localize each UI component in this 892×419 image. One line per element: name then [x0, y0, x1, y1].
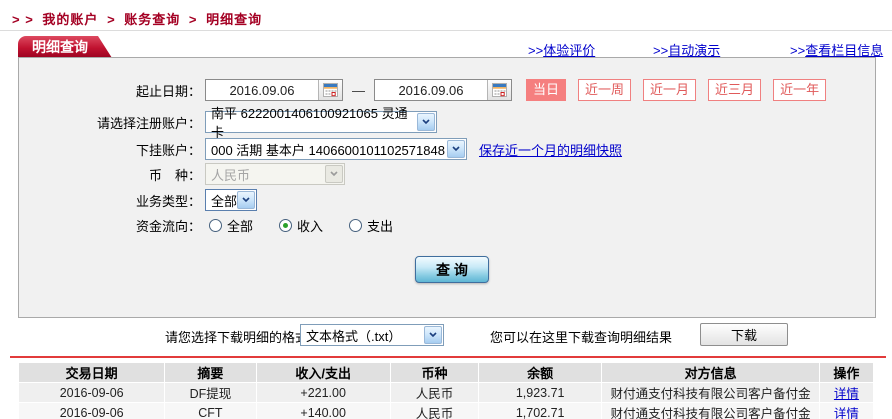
chevron-down-icon [424, 326, 442, 344]
download-hint: 您可以在这里下载查询明细结果 [490, 327, 672, 346]
currency-value: 人民币 [211, 165, 250, 184]
query-form: 起止日期： 2016.09.06 — [18, 57, 876, 318]
register-account-label: 请选择注册账户： [19, 113, 201, 132]
flow-radio-all[interactable]: 全部 [209, 216, 253, 235]
breadcrumb-item-my-account[interactable]: 我的账户 [42, 12, 98, 27]
quick-button-last-month[interactable]: 近一月 [643, 79, 696, 101]
breadcrumb-prefix: > > [12, 12, 34, 27]
chevron-down-icon [237, 191, 255, 209]
date-range-label: 起止日期： [19, 81, 201, 100]
business-type-value: 全部 [211, 191, 237, 210]
fund-flow-row: 资金流向： 全部 收入 支出 [19, 216, 875, 235]
business-type-select[interactable]: 全部 [205, 189, 257, 211]
cell-currency: 人民币 [391, 403, 478, 419]
register-account-row: 请选择注册账户： 南平 6222001406100921065 灵通卡 [19, 111, 875, 133]
chevron-down-icon [447, 140, 465, 158]
date-to-value: 2016.09.06 [375, 83, 487, 98]
download-format-label: 请您选择下载明细的格式 [165, 327, 308, 346]
header-date: 交易日期 [19, 363, 164, 382]
calendar-icon[interactable] [318, 80, 342, 100]
cell-amount: +140.00 [257, 403, 390, 419]
flow-radio-expense[interactable]: 支出 [349, 216, 393, 235]
save-snapshot-link[interactable]: 保存近一个月的明细快照 [479, 140, 622, 159]
date-from-value: 2016.09.06 [206, 83, 318, 98]
header-balance: 余额 [479, 363, 601, 382]
cell-summary: DF提现 [165, 383, 255, 402]
detail-link[interactable]: 详情 [834, 387, 859, 401]
query-button[interactable]: 查 询 [415, 256, 489, 283]
sub-account-value: 000 活期 基本户 1406600101102571848 [211, 140, 445, 159]
currency-label: 币 种： [19, 165, 201, 184]
table-top-divider [10, 356, 886, 358]
cell-date: 2016-09-06 [19, 383, 164, 402]
date-to-input[interactable]: 2016.09.06 [374, 79, 512, 101]
header-counterparty: 对方信息 [602, 363, 819, 382]
results-table: 交易日期 摘要 收入/支出 币种 余额 对方信息 操作 2016-09-06 D… [18, 362, 874, 419]
business-type-row: 业务类型： 全部 [19, 189, 875, 211]
breadcrumb-divider [0, 30, 892, 31]
breadcrumb-separator: > [107, 12, 116, 27]
sub-account-row: 下挂账户： 000 活期 基本户 1406600101102571848 保存近… [19, 138, 875, 160]
fund-flow-label: 资金流向： [19, 216, 201, 235]
header-summary: 摘要 [165, 363, 255, 382]
quick-range-buttons: 当日 近一周 近一月 近三月 近一年 [526, 79, 826, 101]
date-range-dash: — [352, 83, 365, 98]
cell-counterparty: 财付通支付科技有限公司客户备付金 [602, 403, 819, 419]
tab-detail-query[interactable]: 明细查询 [18, 36, 112, 58]
flow-radio-income[interactable]: 收入 [279, 216, 323, 235]
register-account-select[interactable]: 南平 6222001406100921065 灵通卡 [205, 111, 437, 133]
download-button[interactable]: 下载 [700, 323, 788, 346]
sub-account-select[interactable]: 000 活期 基本户 1406600101102571848 [205, 138, 467, 160]
date-from-input[interactable]: 2016.09.06 [205, 79, 343, 101]
cell-date: 2016-09-06 [19, 403, 164, 419]
chevron-down-icon [325, 165, 343, 183]
table-row: 2016-09-06 CFT +140.00 人民币 1,702.71 财付通支… [19, 403, 873, 419]
download-format-select[interactable]: 文本格式（.txt） [300, 324, 444, 346]
detail-link[interactable]: 详情 [834, 407, 859, 419]
cell-amount: +221.00 [257, 383, 390, 402]
quick-button-last-year[interactable]: 近一年 [773, 79, 826, 101]
radio-icon [349, 219, 362, 232]
table-header-row: 交易日期 摘要 收入/支出 币种 余额 对方信息 操作 [19, 363, 873, 382]
breadcrumb-item-account-query[interactable]: 账务查询 [124, 12, 180, 27]
breadcrumb: > > 我的账户 > 账务查询 > 明细查询 [12, 9, 266, 28]
currency-select: 人民币 [205, 163, 345, 185]
download-format-value: 文本格式（.txt） [306, 326, 401, 345]
sub-account-label: 下挂账户： [19, 140, 201, 159]
cell-balance: 1,702.71 [479, 403, 601, 419]
calendar-icon[interactable] [487, 80, 511, 100]
page: > > 我的账户 > 账务查询 > 明细查询 明细查询 >>体验评价 >>自动演… [0, 0, 892, 419]
quick-button-today[interactable]: 当日 [526, 79, 566, 101]
date-range-row: 起止日期： 2016.09.06 — [19, 79, 875, 101]
breadcrumb-item-detail-query[interactable]: 明细查询 [206, 12, 262, 27]
radio-icon [209, 219, 222, 232]
header-action: 操作 [820, 363, 873, 382]
business-type-label: 业务类型： [19, 191, 201, 210]
header-amount: 收入/支出 [257, 363, 390, 382]
cell-summary: CFT [165, 403, 255, 419]
chevron-down-icon [417, 113, 435, 131]
radio-checked-icon [279, 219, 292, 232]
quick-button-last-week[interactable]: 近一周 [578, 79, 631, 101]
cell-balance: 1,923.71 [479, 383, 601, 402]
cell-counterparty: 财付通支付科技有限公司客户备付金 [602, 383, 819, 402]
breadcrumb-separator: > [189, 12, 198, 27]
register-account-value: 南平 6222001406100921065 灵通卡 [211, 103, 417, 141]
quick-button-last-3-months[interactable]: 近三月 [708, 79, 761, 101]
cell-currency: 人民币 [391, 383, 478, 402]
header-currency: 币种 [391, 363, 478, 382]
table-row: 2016-09-06 DF提现 +221.00 人民币 1,923.71 财付通… [19, 383, 873, 402]
currency-row: 币 种： 人民币 [19, 163, 875, 185]
